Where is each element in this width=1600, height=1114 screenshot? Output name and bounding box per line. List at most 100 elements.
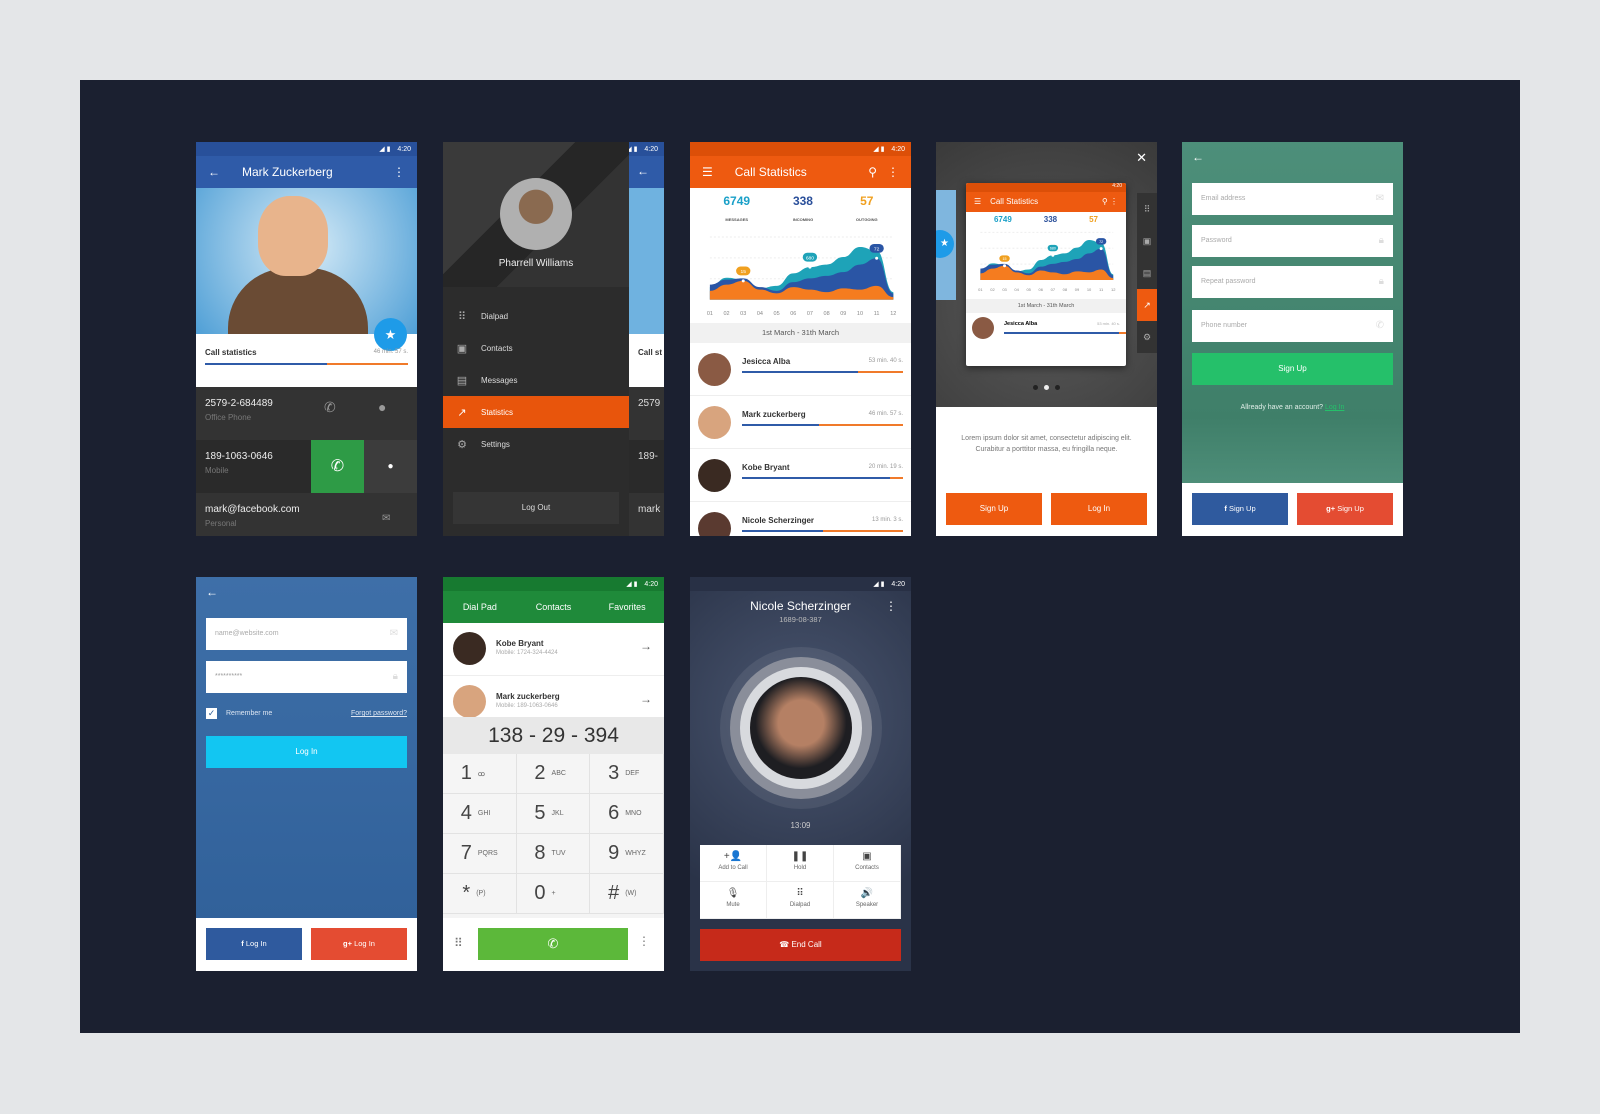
avatar[interactable] xyxy=(500,178,572,250)
more-vert-icon[interactable]: ⋮ xyxy=(887,165,899,179)
avatar xyxy=(453,685,486,718)
facebook-signup-button[interactable]: f Sign Up xyxy=(1192,493,1288,525)
lock-icon: 🔒︎ xyxy=(392,671,398,682)
page-dot[interactable] xyxy=(1055,385,1060,390)
facebook-icon: f xyxy=(1224,504,1227,513)
more-vert-icon[interactable]: ⋮ xyxy=(393,165,405,179)
key-*[interactable]: * (P) xyxy=(443,874,517,914)
dialed-number[interactable]: 138 - 29 - 394 xyxy=(443,717,664,754)
page-dot[interactable] xyxy=(1033,385,1038,390)
speaker-button[interactable]: 🔊 Speaker xyxy=(834,882,901,919)
key-2[interactable]: 2 ABC xyxy=(516,754,591,794)
more-vert-icon[interactable]: ⋮ xyxy=(885,599,897,613)
list-item[interactable]: Mark zuckerberg 46 min. 57 s. xyxy=(690,396,911,449)
key-7[interactable]: 7 PQRS xyxy=(443,834,517,874)
list-item[interactable]: Kobe Bryant 20 min. 19 s. xyxy=(690,449,911,502)
key-1[interactable]: 1ꝏ xyxy=(443,754,517,794)
signup-button[interactable]: Sign Up xyxy=(1192,353,1393,385)
arrow-right-icon[interactable]: → xyxy=(640,692,652,706)
call-duration: 53 min. 40 s. xyxy=(868,358,903,364)
email-row[interactable]: mark@facebook.com Personal ✉ xyxy=(196,493,417,536)
phone-icon[interactable]: ✆ xyxy=(324,399,336,416)
signup-button[interactable]: Sign Up xyxy=(946,493,1042,525)
prev-preview: ★ xyxy=(936,190,956,300)
close-icon[interactable]: ✕ xyxy=(1136,150,1147,166)
social-footer: f Log In g+ Log In xyxy=(196,918,417,971)
dialpad-toggle-icon[interactable]: ⠿ xyxy=(454,936,463,950)
key-4[interactable]: 4 GHI xyxy=(443,794,517,834)
remember-checkbox[interactable]: ✓ xyxy=(206,708,217,719)
add-to-call-button[interactable]: +👤 Add to Call xyxy=(700,845,767,882)
drawer-item-dialpad[interactable]: ⠿ Dialpad xyxy=(443,300,629,332)
password-field[interactable]: Password 🔒︎ xyxy=(1192,225,1393,257)
login-button[interactable]: Log In xyxy=(206,736,407,768)
page-indicator[interactable] xyxy=(936,377,1157,395)
contacts-icon: ▣ xyxy=(456,342,468,355)
key-0[interactable]: 0 + xyxy=(516,874,591,914)
login-button[interactable]: Log In xyxy=(1051,493,1147,525)
key-5[interactable]: 5 JKL xyxy=(516,794,591,834)
password-field[interactable]: ********** 🔒︎ xyxy=(206,661,407,693)
key-3[interactable]: 3 DEF xyxy=(590,754,664,794)
more-vert-icon[interactable]: ⋮ xyxy=(638,934,650,948)
drawer-item-contacts[interactable]: ▣ Contacts xyxy=(443,332,629,364)
back-arrow-icon[interactable]: ← xyxy=(629,156,664,188)
end-call-button[interactable]: ☎ End Call xyxy=(700,929,901,961)
drawer-item-messages[interactable]: ▤ Messages xyxy=(443,364,629,396)
call-statistics-card[interactable]: ★ Call statistics 46 min. 57 s. xyxy=(196,318,417,387)
hangouts-icon[interactable]: ● xyxy=(378,399,386,415)
mute-button[interactable]: 🎙 Mute xyxy=(700,882,767,919)
back-arrow-icon[interactable]: ← xyxy=(206,585,218,599)
phone-field[interactable]: Phone number ✆ xyxy=(1192,310,1393,342)
contact-item[interactable]: Kobe Bryant Mobile: 1724-324-4424 → xyxy=(443,623,664,676)
facebook-login-button[interactable]: f Log In xyxy=(206,928,302,960)
dialpad-button[interactable]: ⠿ Dialpad xyxy=(767,882,834,919)
back-arrow-icon[interactable]: ← xyxy=(1192,150,1204,164)
phone-row-mobile[interactable]: 189-1063-0646 Mobile ✆ ● xyxy=(196,440,417,493)
hangouts-icon[interactable]: ● xyxy=(364,440,417,493)
tab-dial-pad[interactable]: Dial Pad xyxy=(443,591,517,623)
drawer-item-settings[interactable]: ⚙ Settings xyxy=(443,428,629,460)
hold-button[interactable]: ❚❚ Hold xyxy=(767,845,834,882)
email-field[interactable]: Email address ✉ xyxy=(1192,183,1393,215)
arrow-right-icon[interactable]: → xyxy=(640,639,652,653)
stat-incoming: 338 INCOMING xyxy=(793,194,813,226)
key-9[interactable]: 9 WHYZ xyxy=(590,834,664,874)
favorite-star-button[interactable]: ★ xyxy=(374,318,407,351)
forgot-password-link[interactable]: Forgot password? xyxy=(351,710,407,717)
drawer-item-statistics[interactable]: ↗ Statistics xyxy=(443,396,629,428)
call-button[interactable]: ✆ xyxy=(478,928,628,960)
phone-row-office[interactable]: 2579-2-684489 Office Phone ✆ ● xyxy=(196,387,417,440)
tab-favorites[interactable]: Favorites xyxy=(590,591,664,623)
contact-name: Jesicca Alba xyxy=(742,357,791,366)
email-field[interactable]: name@website.com ✉ xyxy=(206,618,407,650)
repeat-password-field[interactable]: Repeat password 🔒︎ xyxy=(1192,266,1393,298)
preview-carousel[interactable]: ✕ ★ ⠿ ▣ ▤ ↗ ⚙ 4:20 ☰ Call Statistics ⚲ ⋮ 6749… xyxy=(936,142,1157,407)
contacts-button[interactable]: ▣ Contacts xyxy=(834,845,901,882)
logout-button[interactable]: Log Out xyxy=(453,492,619,524)
search-icon[interactable]: ⚲ xyxy=(868,165,877,179)
key-letters: TUV xyxy=(551,850,566,857)
page-dot[interactable] xyxy=(1044,385,1049,390)
underlying-profile-screen: ◢ ▮ 4:20 ← Call st 2579 189- mark xyxy=(443,142,664,536)
google-login-button[interactable]: g+ Log In xyxy=(311,928,407,960)
list-item[interactable]: Nicole Scherzinger 13 min. 3 s. xyxy=(690,502,911,536)
tab-contacts[interactable]: Contacts xyxy=(517,591,591,623)
mail-icon[interactable]: ✉ xyxy=(382,513,390,524)
menu-icon[interactable]: ☰ xyxy=(702,165,713,179)
google-signup-button[interactable]: g+ Sign Up xyxy=(1297,493,1393,525)
login-link[interactable]: Log In xyxy=(1325,404,1344,411)
key-8[interactable]: 8 TUV xyxy=(516,834,591,874)
call-button[interactable]: ✆ xyxy=(311,440,364,493)
list-item[interactable]: Jesicca Alba 53 min. 40 s. xyxy=(690,343,911,396)
x-tick-label: 03 xyxy=(1002,287,1007,292)
action-label: Contacts xyxy=(855,865,879,871)
date-range[interactable]: 1st March - 31th March xyxy=(690,323,911,343)
key-6[interactable]: 6 MNO xyxy=(590,794,664,834)
data-point xyxy=(741,279,745,283)
x-tick-label: 08 xyxy=(1063,287,1068,292)
back-arrow-icon[interactable]: ← xyxy=(208,165,220,179)
peek-row: mark xyxy=(638,504,661,515)
key-#[interactable]: # (W) xyxy=(590,874,664,914)
stats-summary: 6749 MESSAGES 338 INCOMING 57 OUTGOING xyxy=(690,188,911,226)
